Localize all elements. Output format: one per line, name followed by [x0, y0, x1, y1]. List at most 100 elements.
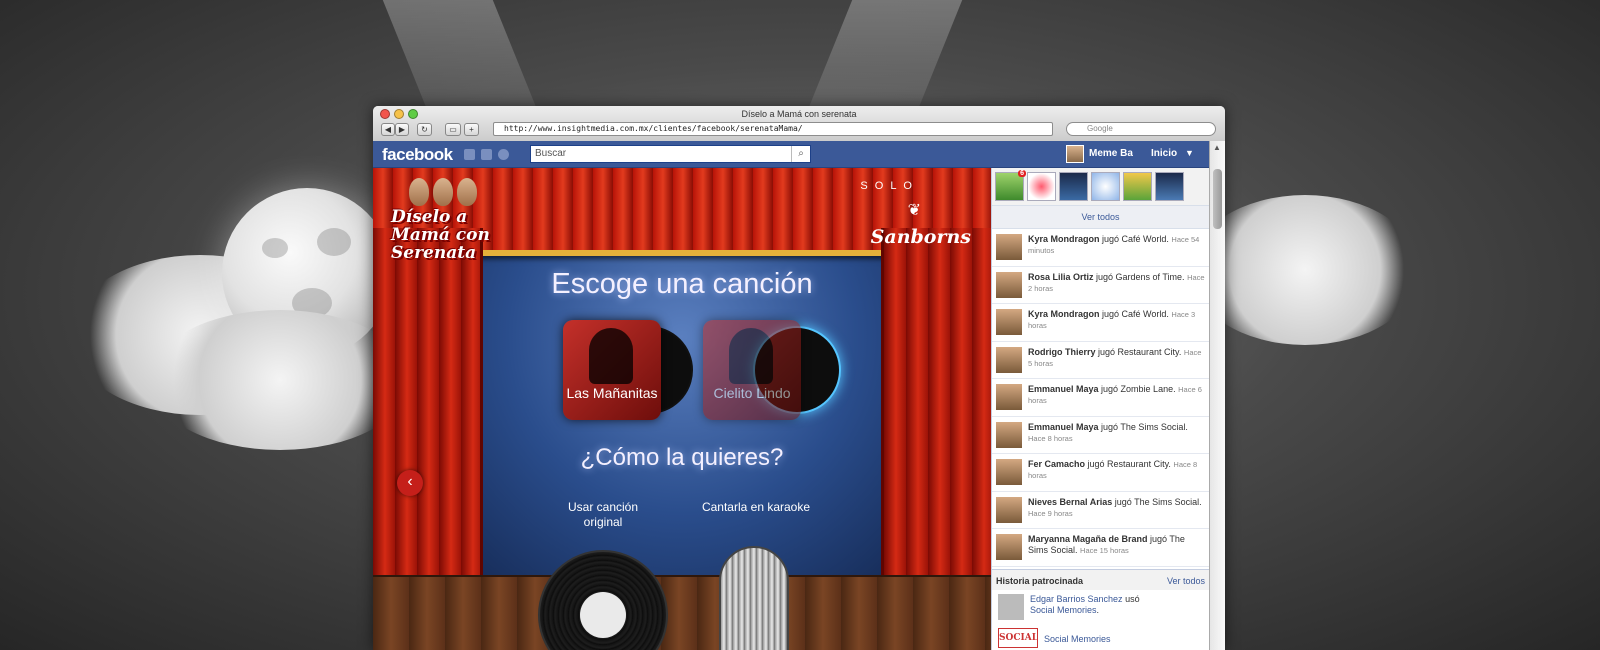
profile-link[interactable]: Meme Ba — [1089, 148, 1133, 159]
list-item[interactable]: Emmanuel Maya jugó Zombie Lane. Hace 6 h… — [992, 379, 1209, 417]
sponsored-ad[interactable]: SOCIAL Social Memories — [992, 624, 1209, 650]
sanborns-owl-logo-icon: ❦ — [907, 202, 921, 219]
activity-text: jugó The Sims Social. — [1112, 496, 1202, 507]
spotlight-beam-right — [807, 0, 963, 110]
back-chevron-left-icon[interactable]: ‹ — [397, 470, 423, 496]
show-all-tabs-icon[interactable]: ▭ — [445, 123, 461, 136]
avatar — [998, 594, 1024, 620]
list-item[interactable]: Fer Camacho jugó Restaurant City. Hace 8… — [992, 454, 1209, 492]
story-person-link[interactable]: Edgar Barrios Sanchez — [1030, 594, 1123, 604]
activity-text: jugó The Sims Social. — [1098, 421, 1188, 432]
vinyl-record-button[interactable] — [538, 550, 668, 650]
game-icon-sims-social[interactable]: 6 — [995, 170, 1026, 201]
friend-name: Emmanuel Maya — [1028, 421, 1099, 432]
game-icon-heart[interactable] — [1027, 172, 1056, 201]
mariachi-silhouette-icon — [589, 328, 633, 384]
friend-name: Maryanna Magaña de Brand — [1028, 534, 1148, 544]
notification-badge: 6 — [1018, 170, 1026, 177]
forward-arrow-icon[interactable]: ▶ — [395, 123, 409, 136]
facebook-bluebar: facebook Buscar ⌕ Meme Ba Inicio ▼ — [373, 141, 1209, 168]
activity-text: jugó Gardens of Time. — [1093, 271, 1185, 282]
list-item[interactable]: Kyra Mondragon jugó Café World. Hace 3 h… — [992, 304, 1209, 342]
sponsored-story-header: Historia patrocinada Ver todos — [992, 569, 1209, 590]
avatar — [996, 459, 1022, 485]
avatar — [996, 271, 1022, 298]
avatar — [996, 234, 1022, 260]
microphone-button[interactable] — [719, 546, 789, 650]
facebook-right-sidebar: 6 Ver todos Kyra Mondragon jugó Café Wor… — [991, 168, 1209, 650]
list-item[interactable]: Maryanna Magaña de Brand jugó The Sims S… — [992, 529, 1209, 567]
reload-icon[interactable]: ↻ — [417, 123, 432, 136]
home-link[interactable]: Inicio — [1151, 148, 1177, 159]
spotlight-beam-left — [382, 0, 538, 110]
friend-requests-icon[interactable] — [464, 149, 475, 160]
window-title: Díselo a Mamá con serenata — [741, 109, 857, 119]
friend-name: Kyra Mondragon — [1028, 234, 1100, 244]
facebook-search-placeholder: Buscar — [535, 148, 567, 159]
address-bar[interactable]: http://www.insightmedia.com.mx/clientes/… — [493, 122, 1053, 136]
song-label: Cielito Lindo — [713, 385, 791, 401]
game-bookmarks: 6 — [992, 168, 1209, 206]
cloud-left-front — [150, 310, 410, 450]
activity-text: jugó Restaurant City. — [1095, 346, 1182, 357]
sponsored-title: Historia patrocinada — [996, 576, 1084, 586]
avatar[interactable] — [1066, 145, 1084, 163]
facebook-search-input[interactable]: Buscar — [530, 145, 811, 163]
avatar — [996, 384, 1022, 410]
account-menu-chevron-down-icon[interactable]: ▼ — [1185, 148, 1194, 158]
list-item[interactable]: Nieves Bernal Arias jugó The Sims Social… — [992, 492, 1209, 529]
option-karaoke[interactable]: Cantarla en karaoke — [701, 500, 811, 515]
list-item[interactable]: Rosa Lilia Ortiz jugó Gardens of Time. H… — [992, 267, 1209, 304]
mariachi-faces-image — [409, 178, 477, 206]
scrollbar-thumb[interactable] — [1213, 169, 1222, 229]
scroll-up-arrow-icon[interactable]: ▲ — [1213, 143, 1221, 152]
singer-silhouette-icon — [729, 328, 773, 384]
game-icon-snowflake[interactable] — [1091, 172, 1120, 201]
activity-ticker: Kyra Mondragon jugó Café World. Hace 54 … — [992, 229, 1209, 569]
avatar — [996, 421, 1022, 448]
solo-label: SOLO — [860, 180, 919, 192]
friend-name: Emmanuel Maya — [1028, 384, 1099, 394]
story-app-link[interactable]: Social Memories — [1030, 605, 1097, 615]
facebook-logo[interactable]: facebook — [382, 145, 453, 165]
friend-name: Nieves Bernal Arias — [1028, 496, 1113, 507]
sponsored-story[interactable]: Edgar Barrios Sanchez usó Social Memorie… — [992, 590, 1209, 624]
song-label: Las Mañanitas — [566, 385, 658, 401]
search-icon[interactable]: ⌕ — [791, 146, 810, 162]
activity-text: jugó Café World. — [1099, 309, 1169, 319]
game-icon-dark-1[interactable] — [1059, 172, 1088, 201]
messages-icon[interactable] — [481, 149, 492, 160]
avatar — [996, 496, 1022, 523]
stage-floor — [373, 575, 991, 650]
friend-name: Rodrigo Thierry — [1028, 346, 1096, 357]
new-tab-icon[interactable]: + — [464, 123, 479, 136]
friend-name: Rosa Lilia Ortiz — [1028, 271, 1094, 282]
list-item[interactable]: Emmanuel Maya jugó The Sims Social. Hace… — [992, 417, 1209, 454]
ad-app-link[interactable]: Social Memories — [1044, 628, 1111, 648]
sponsored-see-all-link[interactable]: Ver todos — [1167, 576, 1205, 586]
page-scrollbar[interactable]: ▲ — [1209, 141, 1225, 650]
activity-text: jugó Zombie Lane. — [1098, 384, 1176, 394]
story-end: . — [1096, 605, 1100, 615]
app-logo: Díselo a Mamá con Serenata — [391, 207, 490, 263]
option-original-song[interactable]: Usar canción original — [548, 500, 658, 530]
game-icon-dark-2[interactable] — [1155, 172, 1184, 201]
friend-name: Fer Camacho — [1028, 459, 1086, 469]
friend-name: Kyra Mondragon — [1028, 309, 1100, 319]
browser-window: Díselo a Mamá con serenata ◀ ▶ ↻ ▭ + htt… — [373, 106, 1225, 650]
timestamp: Hace 8 horas — [1028, 433, 1073, 443]
browser-search-field[interactable]: Google — [1066, 122, 1216, 136]
timestamp: Hace 9 horas — [1028, 508, 1073, 518]
list-item[interactable]: Kyra Mondragon jugó Café World. Hace 54 … — [992, 229, 1209, 267]
how-question-heading: ¿Cómo la quieres? — [580, 444, 784, 471]
list-item[interactable]: Rodrigo Thierry jugó Restaurant City. Ha… — [992, 342, 1209, 379]
social-memories-logo: SOCIAL — [998, 628, 1038, 648]
notifications-globe-icon[interactable] — [498, 149, 509, 160]
choose-song-heading: Escoge una canción — [551, 268, 813, 300]
sanborns-logo: Sanborns — [870, 226, 971, 248]
song-card-las-mananitas[interactable]: Las Mañanitas — [563, 320, 661, 420]
back-arrow-icon[interactable]: ◀ — [381, 123, 395, 136]
see-all-games-link[interactable]: Ver todos — [992, 206, 1209, 229]
song-card-cielito-lindo[interactable]: Cielito Lindo — [703, 320, 801, 420]
game-icon-farm[interactable] — [1123, 172, 1152, 201]
